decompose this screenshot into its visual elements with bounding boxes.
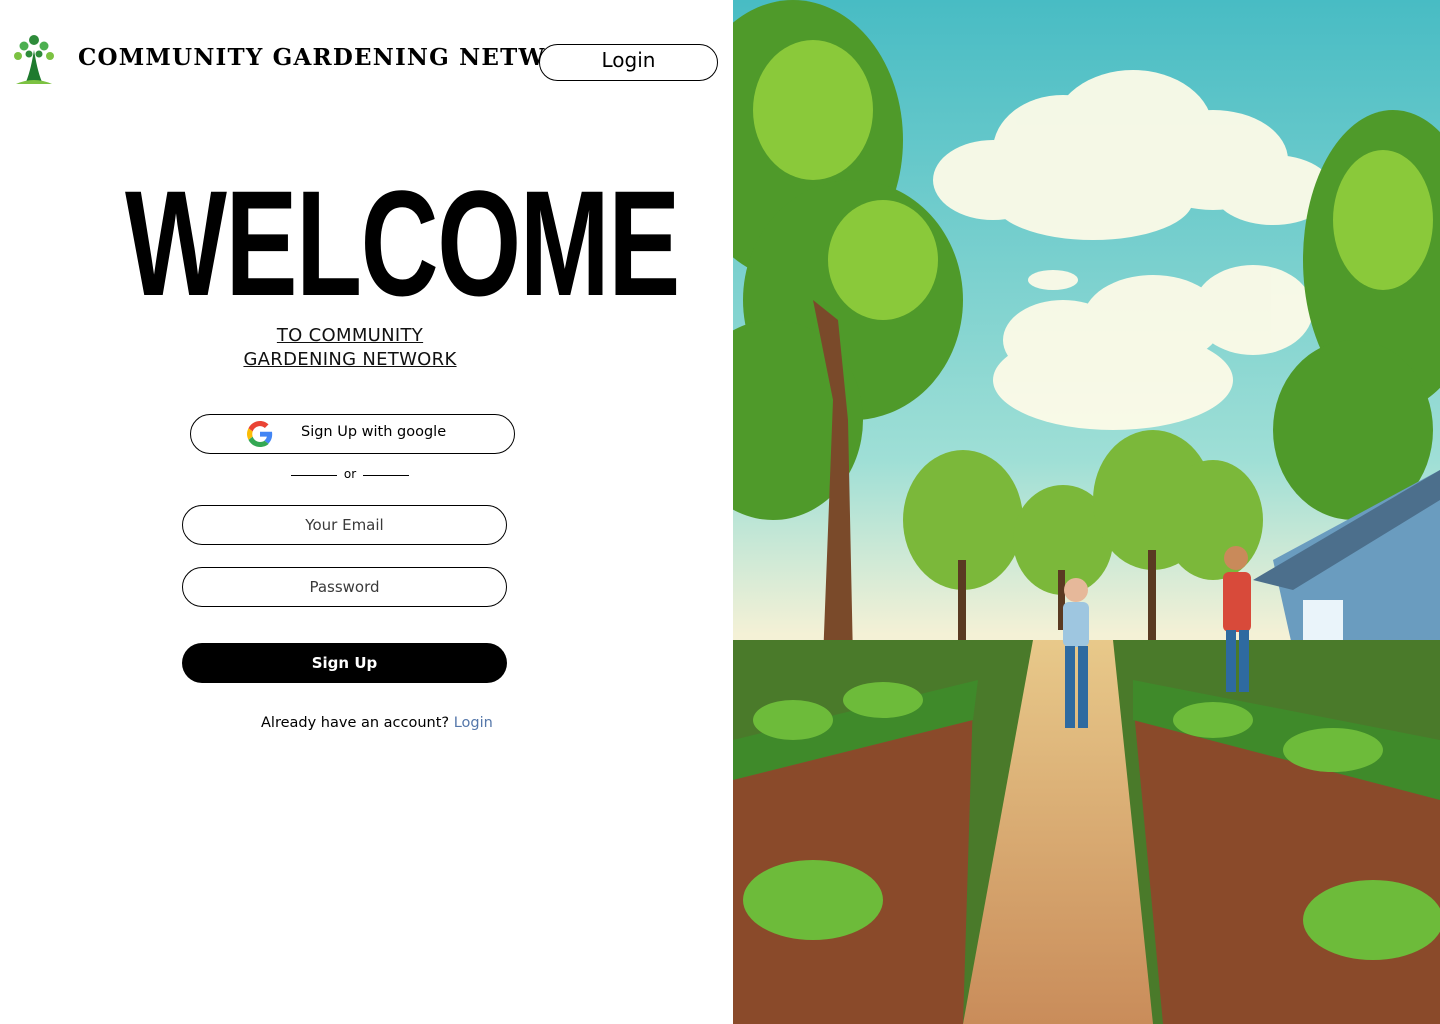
garden-scene-image xyxy=(733,0,1440,1024)
already-account-text: Already have an account? xyxy=(261,715,450,731)
login-link[interactable]: Login xyxy=(454,715,493,731)
garden-illustration xyxy=(733,0,1440,1024)
header-login-button[interactable]: Login xyxy=(539,44,718,81)
tree-logo-icon xyxy=(14,35,54,84)
google-g-icon xyxy=(247,421,273,447)
signup-button[interactable]: Sign Up xyxy=(182,643,507,683)
password-field[interactable] xyxy=(182,567,507,607)
welcome-subtitle: TO COMMUNITY GARDENING NETWORK xyxy=(180,324,520,372)
signup-panel: COMMUNITY GARDENING NETWORK Login WELCOM… xyxy=(0,0,733,1024)
subtitle-line-2: GARDENING NETWORK xyxy=(243,349,457,370)
google-signup-label: Sign Up with google xyxy=(301,424,447,440)
email-field[interactable] xyxy=(182,505,507,545)
subtitle-line-1: TO COMMUNITY xyxy=(276,325,424,346)
or-divider: or xyxy=(291,466,409,484)
google-signup-button[interactable]: Sign Up with google xyxy=(190,414,515,454)
already-account-row: Already have an account? Login xyxy=(261,715,493,731)
brand-title: COMMUNITY GARDENING NETWORK xyxy=(78,44,609,71)
divider-line-right xyxy=(363,475,409,476)
welcome-heading: WELCOME xyxy=(125,159,680,327)
divider-or-text: or xyxy=(343,467,357,481)
